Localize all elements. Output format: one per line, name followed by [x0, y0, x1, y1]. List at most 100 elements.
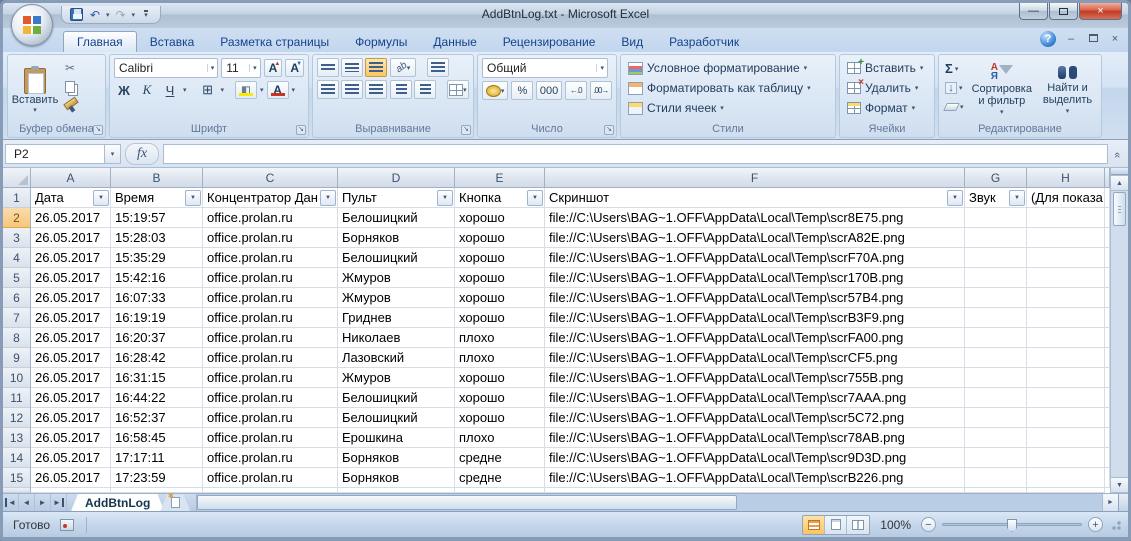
cell-date[interactable]: 26.05.2017: [31, 228, 111, 248]
cell-path[interactable]: file://C:\Users\BAG~1.OFF\AppData\Local\…: [545, 468, 965, 488]
fill-button[interactable]: ↓▾: [943, 79, 966, 96]
accounting-format-button[interactable]: ▾: [482, 81, 508, 100]
first-sheet-button[interactable]: ◄: [3, 494, 19, 511]
decrease-indent-button[interactable]: [390, 80, 412, 99]
scroll-right-button[interactable]: ►: [1102, 494, 1118, 511]
cell-path[interactable]: file://C:\Users\BAG~1.OFF\AppData\Local\…: [545, 428, 965, 448]
clear-button[interactable]: ▾: [943, 98, 966, 115]
minimize-button[interactable]: —: [1019, 3, 1048, 20]
bold-button[interactable]: Ж: [114, 81, 134, 99]
cell-host[interactable]: office.prolan.ru: [203, 368, 338, 388]
column-header-H[interactable]: H: [1027, 168, 1105, 188]
cell-panel[interactable]: Борняков: [338, 448, 455, 468]
cell-empty[interactable]: [31, 488, 111, 493]
cell-empty[interactable]: [111, 488, 203, 493]
cell-extra[interactable]: [1027, 368, 1105, 388]
cell-time[interactable]: 16:19:19: [111, 308, 203, 328]
cell-sound[interactable]: [965, 208, 1027, 228]
horizontal-scrollbar[interactable]: ►: [196, 494, 1128, 511]
zoom-slider[interactable]: [942, 523, 1082, 526]
cell-path[interactable]: file://C:\Users\BAG~1.OFF\AppData\Local\…: [545, 268, 965, 288]
cell-button[interactable]: хорошо: [455, 228, 545, 248]
format-cells-button[interactable]: Формат▾: [844, 99, 926, 117]
dialog-launcher-icon[interactable]: ↘: [296, 125, 306, 135]
cell-extra[interactable]: [1027, 348, 1105, 368]
filter-button[interactable]: [437, 190, 453, 206]
cell-sound[interactable]: [965, 248, 1027, 268]
row-number[interactable]: 1: [3, 188, 31, 208]
decrease-decimal-button[interactable]: .00→: [590, 81, 612, 100]
cell-host[interactable]: office.prolan.ru: [203, 468, 338, 488]
cell-time[interactable]: 16:52:37: [111, 408, 203, 428]
cell-path[interactable]: file://C:\Users\BAG~1.OFF\AppData\Local\…: [545, 248, 965, 268]
cell-empty[interactable]: [455, 488, 545, 493]
cell-empty[interactable]: [545, 488, 965, 493]
cell-date[interactable]: 26.05.2017: [31, 328, 111, 348]
cell-time[interactable]: 16:07:33: [111, 288, 203, 308]
cell-date[interactable]: 26.05.2017: [31, 248, 111, 268]
merge-center-button[interactable]: ▾: [447, 80, 469, 99]
cell-date[interactable]: 26.05.2017: [31, 408, 111, 428]
cell-panel[interactable]: Белошицкий: [338, 408, 455, 428]
align-middle-button[interactable]: [341, 58, 363, 77]
row-number[interactable]: 14: [3, 448, 31, 468]
cell-extra[interactable]: [1027, 408, 1105, 428]
number-format-select[interactable]: Общий▾: [482, 58, 608, 78]
header-cell-2[interactable]: Концентратор Дан: [203, 188, 338, 208]
cell-panel[interactable]: Борняков: [338, 228, 455, 248]
cell-host[interactable]: office.prolan.ru: [203, 208, 338, 228]
font-color-dropdown-icon[interactable]: ▾: [292, 86, 296, 94]
cell-time[interactable]: 15:28:03: [111, 228, 203, 248]
cell-path[interactable]: file://C:\Users\BAG~1.OFF\AppData\Local\…: [545, 328, 965, 348]
cell-sound[interactable]: [965, 228, 1027, 248]
cell-extra[interactable]: [1027, 428, 1105, 448]
zoom-in-button[interactable]: +: [1088, 517, 1103, 532]
cell-sound[interactable]: [965, 408, 1027, 428]
cell-path[interactable]: file://C:\Users\BAG~1.OFF\AppData\Local\…: [545, 368, 965, 388]
delete-cells-button[interactable]: Удалить▾: [844, 79, 926, 97]
cell-extra[interactable]: [1027, 208, 1105, 228]
next-sheet-button[interactable]: ►: [35, 494, 51, 511]
cell-panel[interactable]: Белошицкий: [338, 248, 455, 268]
row-number[interactable]: 10: [3, 368, 31, 388]
cut-button[interactable]: ✂: [61, 60, 79, 76]
autosum-button[interactable]: Σ▾: [943, 60, 966, 77]
cell-sound[interactable]: [965, 428, 1027, 448]
filter-button[interactable]: [320, 190, 336, 206]
cell-sound[interactable]: [965, 348, 1027, 368]
wrap-text-button[interactable]: [427, 58, 449, 77]
borders-dropdown-icon[interactable]: ▾: [221, 86, 225, 94]
cell-button[interactable]: хорошо: [455, 308, 545, 328]
split-handle[interactable]: [1111, 168, 1128, 175]
cell-sound[interactable]: [965, 388, 1027, 408]
cell-sound[interactable]: [965, 448, 1027, 468]
cell-path[interactable]: file://C:\Users\BAG~1.OFF\AppData\Local\…: [545, 348, 965, 368]
column-header-E[interactable]: E: [455, 168, 545, 188]
tab-split-handle[interactable]: [1118, 494, 1128, 511]
cell-extra[interactable]: [1027, 248, 1105, 268]
office-button[interactable]: [11, 4, 53, 46]
formula-input[interactable]: [163, 144, 1108, 164]
ribbon-tab-0[interactable]: Главная: [63, 31, 137, 52]
align-right-button[interactable]: [365, 80, 387, 99]
cell-date[interactable]: 26.05.2017: [31, 308, 111, 328]
normal-view-button[interactable]: [803, 516, 825, 534]
cell-path[interactable]: file://C:\Users\BAG~1.OFF\AppData\Local\…: [545, 308, 965, 328]
cell-button[interactable]: хорошо: [455, 208, 545, 228]
cell-button[interactable]: хорошо: [455, 408, 545, 428]
filter-button[interactable]: [185, 190, 201, 206]
filter-button[interactable]: [527, 190, 543, 206]
cell-path[interactable]: file://C:\Users\BAG~1.OFF\AppData\Local\…: [545, 388, 965, 408]
ribbon-tab-4[interactable]: Данные: [420, 32, 489, 52]
percent-style-button[interactable]: %: [511, 81, 533, 100]
cell-date[interactable]: 26.05.2017: [31, 428, 111, 448]
row-number[interactable]: 8: [3, 328, 31, 348]
italic-button[interactable]: К: [137, 81, 157, 99]
cell-panel[interactable]: Ерошкина: [338, 428, 455, 448]
cell-button[interactable]: средне: [455, 468, 545, 488]
cell-host[interactable]: office.prolan.ru: [203, 288, 338, 308]
comma-style-button[interactable]: 000: [536, 81, 561, 100]
cell-date[interactable]: 26.05.2017: [31, 388, 111, 408]
column-header-F[interactable]: F: [545, 168, 965, 188]
cell-button[interactable]: хорошо: [455, 268, 545, 288]
